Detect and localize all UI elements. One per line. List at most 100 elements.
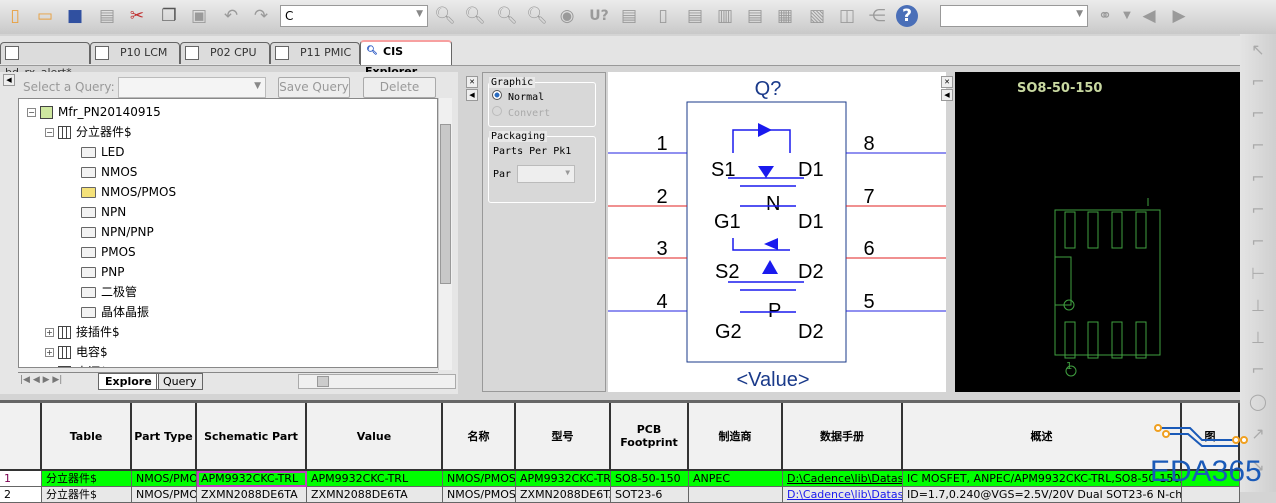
tree-node[interactable]: + 接插件$ [45,322,120,342]
tab-nav-arrows[interactable]: |◀ ◀ ▶ ▶| [20,375,62,385]
normal-radio[interactable] [492,90,502,100]
table-cell[interactable] [689,487,783,503]
tab-p11-pmic[interactable]: P11 PMIC [270,42,360,64]
table-cell[interactable]: SO8-50-150 [611,471,689,487]
eye-icon[interactable]: ◉ [556,5,578,27]
binoculars-icon[interactable]: ⚭ [1094,5,1116,27]
zoom-in-icon[interactable]: 🔍︎ [434,5,456,27]
table-cell[interactable]: NMOS/PMOS [443,471,516,487]
splitter[interactable]: ✕ ◀ [941,72,955,392]
find-combo[interactable]: C ▼ [280,5,428,27]
print-icon[interactable]: ▤ [96,5,118,27]
table-cell[interactable]: IC MOSFET, ANPEC/APM9932CKC-TRL,SO8-50-1… [903,471,1182,487]
search-combo[interactable]: ▼ [940,5,1088,27]
draw-tools-icons[interactable]: ↖ ⌐ ⌐ ⌐ ⌐ ⌐ ⌐ ⊢ ⊥ ⊥ ⌐ ◯ ↗ ↘ [1240,34,1276,482]
crossref-icon[interactable]: ▤ [744,5,766,27]
table-cell[interactable]: ZXMN2088DE6TA [307,487,443,503]
tree-node[interactable]: NPN/PNP [81,222,154,242]
tree-node[interactable]: PMOS [81,242,136,262]
scrollbar-thumb[interactable] [317,376,329,387]
column-header[interactable]: 图 [1182,403,1240,471]
dropdown-icon[interactable]: ▼ [1116,5,1138,27]
tab-p02-cpu[interactable]: P02 CPU [180,42,270,64]
tab-explore[interactable]: Explore [98,373,159,390]
query-select[interactable]: ▼ [118,77,266,98]
table-cell[interactable]: NMOS/PMO [132,487,197,503]
zoom-out-icon[interactable]: 🔍︎ [464,5,486,27]
table-cell[interactable]: NMOS/PMOS [443,487,516,503]
tab-query[interactable]: Query [156,373,204,390]
table-cell[interactable]: ZXMN2088DE6TA [197,487,307,503]
column-header[interactable]: 数据手册 [783,403,903,471]
column-header[interactable]: Part Type [132,403,197,471]
save-query-button[interactable]: Save Query [278,77,350,98]
zoom-area-icon[interactable]: 🔍︎ [496,5,518,27]
tree-node[interactable]: NMOS/PMOS [81,182,176,202]
delete-query-button[interactable]: Delete Query [363,77,436,98]
table-cell[interactable]: D:\Cadence\lib\Datash [783,471,903,487]
table-cell[interactable]: ANPEC [689,471,783,487]
cut-icon[interactable]: ✂ [126,5,148,27]
tab-bd-rx-alert[interactable]: bd_rx_alert* [0,42,90,79]
collapse-icon[interactable]: ◀ [466,89,478,101]
copy-icon[interactable]: ❐ [158,5,180,27]
paste-icon[interactable]: ▣ [188,5,210,27]
table-cell[interactable]: NMOS/PMO [132,471,197,487]
column-header[interactable]: Schematic Part [197,403,307,471]
tree-node[interactable]: +电源$ [45,362,108,367]
row-number[interactable]: 1 [0,471,42,487]
tab-p10-lcm[interactable]: P10 LCM [90,42,180,64]
expand-icon[interactable]: + [45,348,54,357]
backannotate-icon[interactable]: ▤ [618,5,640,27]
tree-node[interactable]: 二极管 [81,282,137,302]
column-header[interactable]: 概述 [903,403,1182,471]
column-header[interactable]: 型号 [516,403,611,471]
bom-icon[interactable]: ▤ [684,5,706,27]
expand-icon[interactable]: + [45,328,54,337]
scrollbar-thumb[interactable] [440,124,451,284]
collapse-icon[interactable]: − [45,128,54,137]
annotate-icon[interactable]: U? [588,5,610,27]
next-icon[interactable]: ▶ [1168,5,1190,27]
convert-radio[interactable] [492,106,502,116]
hierarchy-icon[interactable]: ◫ [836,5,858,27]
save-icon[interactable]: ■ [64,5,86,27]
collapse-left-button[interactable]: ◀ [3,74,15,86]
library-icon[interactable]: ▧ [806,5,828,27]
column-header[interactable]: Table [42,403,132,471]
collapse-icon[interactable]: − [27,108,36,117]
column-header[interactable]: 名称 [443,403,516,471]
tree-icon[interactable]: ⋲ [866,5,888,27]
drc-icon[interactable]: ▥ [714,5,736,27]
table-cell[interactable]: SOT23-6 [611,487,689,503]
table-cell[interactable]: APM9932CKC-TR [516,471,611,487]
open-icon[interactable]: ▭ [34,5,56,27]
table-cell[interactable]: ID=1.7,0.240@VGS=2.5V/20V Dual SOT23-6 N… [903,487,1182,503]
table-cell[interactable]: 分立器件$ [42,471,132,487]
part-select[interactable]: ▼ [517,165,576,183]
tree-horizontal-scrollbar[interactable] [298,374,456,389]
tree-node[interactable]: 晶体晶振 [81,302,149,322]
table-cell[interactable]: D:\Cadence\lib\Datash [783,487,903,503]
column-header[interactable] [0,403,42,471]
table-cell[interactable]: ZXMN2088DE6TA [516,487,611,503]
help-icon[interactable]: ? [896,5,918,27]
tree-node[interactable]: PNP [81,262,124,282]
netlist-icon[interactable]: ▯ [652,5,674,27]
tab-cis-explorer[interactable]: 🔍︎CIS Explorer [360,40,452,78]
redo-icon[interactable]: ↷ [250,5,272,27]
table-cell[interactable]: APM9932CKC-TRL [197,471,307,487]
splitter[interactable]: ✕ ◀ [458,72,482,394]
tree-node[interactable]: + 电容$ [45,342,108,362]
column-header[interactable]: 制造商 [689,403,783,471]
close-icon[interactable]: ✕ [941,76,953,88]
new-icon[interactable]: ▯ [4,5,26,27]
close-icon[interactable]: ✕ [466,76,478,88]
table-cell[interactable] [1182,487,1240,503]
table-cell[interactable]: APM9932CKC-TRL [307,471,443,487]
zoom-all-icon[interactable]: 🔍︎ [526,5,548,27]
collapse-icon[interactable]: ◀ [941,89,953,101]
tree-node[interactable]: − Mfr_PN20140915 [27,102,161,122]
create-part-icon[interactable]: ▦ [774,5,796,27]
column-header[interactable]: Value [307,403,443,471]
